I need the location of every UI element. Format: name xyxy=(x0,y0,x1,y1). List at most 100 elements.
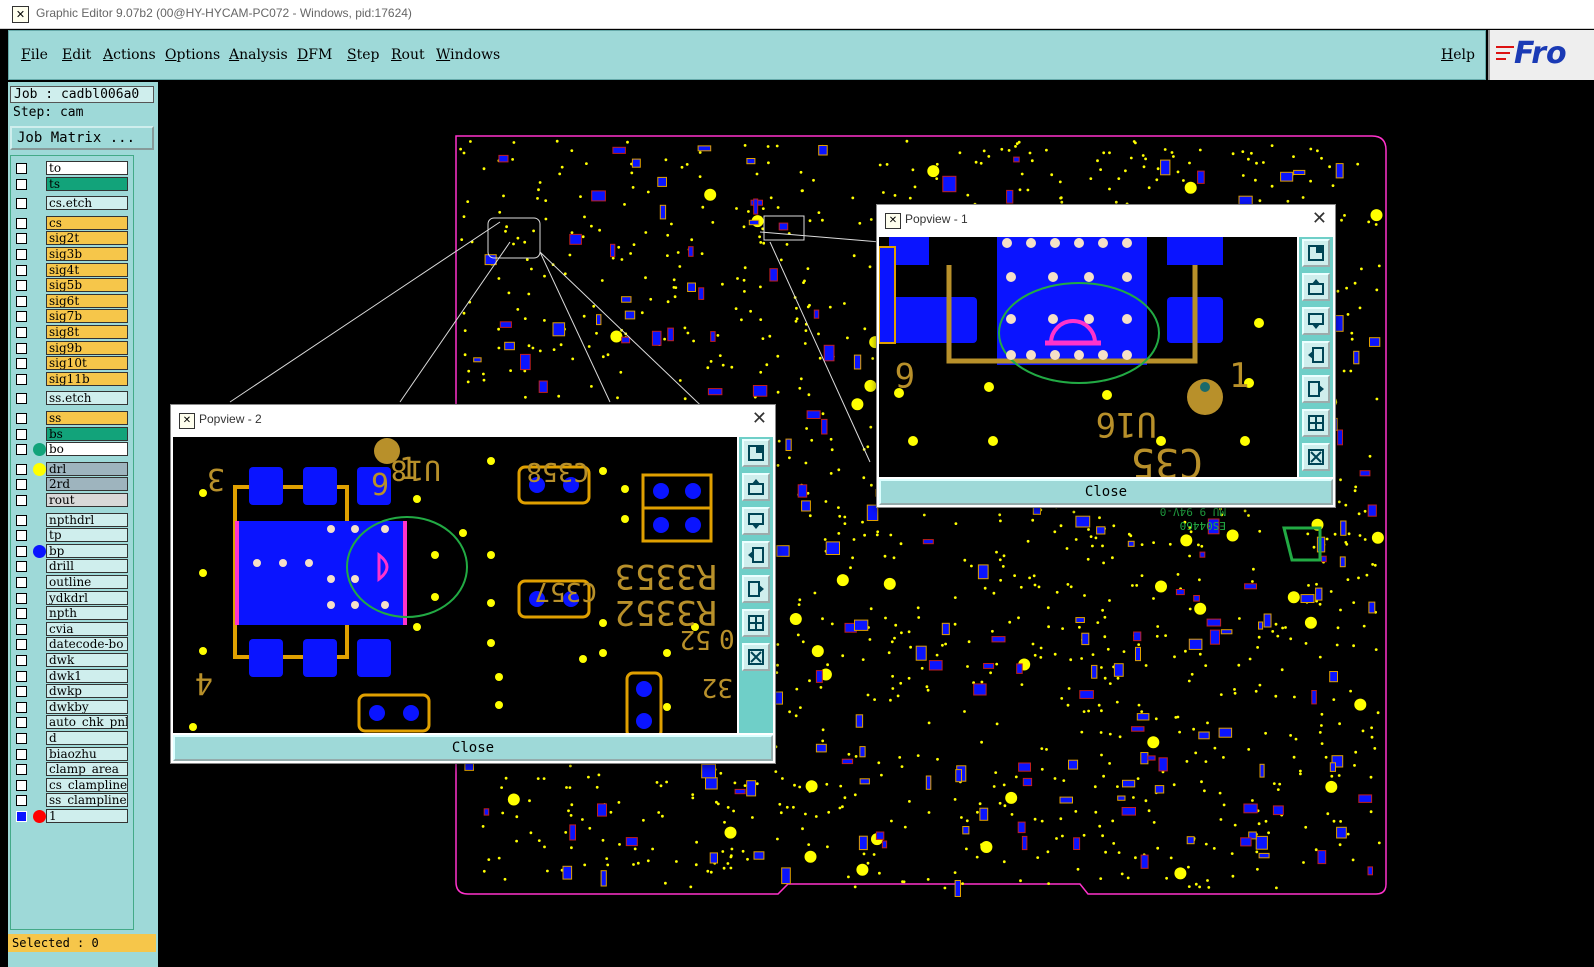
layer-name[interactable]: ss_clampline xyxy=(46,793,128,808)
popview-2-close-button[interactable]: Close xyxy=(173,735,773,761)
graphic-canvas[interactable]: ES04460 MU 9 94V-0 ✕ Popview - 1 ✕ U16 C… xyxy=(160,82,1594,967)
layer-checkbox[interactable] xyxy=(16,217,27,229)
layer-name[interactable]: ss xyxy=(46,411,128,425)
layer-name[interactable]: drl xyxy=(46,461,128,476)
layer-row[interactable]: sig3b xyxy=(11,247,133,262)
layer-checkbox[interactable] xyxy=(16,311,27,323)
layer-name[interactable]: sig7b xyxy=(46,309,128,324)
popview-2-viewport[interactable]: U18 C358 C357 R3353 R3352 3 6 4 52 32 1 … xyxy=(173,437,737,733)
layer-checkbox[interactable] xyxy=(16,178,27,190)
layer-checkbox[interactable] xyxy=(16,670,27,682)
layer-row[interactable]: npth xyxy=(11,606,133,621)
layer-row[interactable]: tp xyxy=(11,528,133,543)
layer-name[interactable]: bp xyxy=(46,543,128,558)
layer-name[interactable]: sig8t xyxy=(46,325,128,339)
layer-name[interactable]: sig3b xyxy=(46,247,128,261)
zoom-in-button[interactable] xyxy=(1302,409,1330,437)
layer-name[interactable]: ts xyxy=(46,176,128,191)
layer-name[interactable]: outline xyxy=(46,575,128,589)
layer-name[interactable]: npthdrl xyxy=(46,512,128,527)
layer-name[interactable]: drill xyxy=(46,559,128,574)
layer-name[interactable]: dwkby xyxy=(46,699,128,714)
layer-row[interactable]: sig4t xyxy=(11,262,133,278)
zoom-home-button[interactable] xyxy=(742,439,770,467)
layer-row[interactable]: drl xyxy=(11,461,133,477)
pan-left-button[interactable] xyxy=(1302,341,1330,369)
layer-row[interactable]: sig9b xyxy=(11,340,133,356)
layer-checkbox[interactable] xyxy=(16,779,27,791)
layer-row[interactable]: cvia xyxy=(11,621,133,637)
zoom-out-button[interactable] xyxy=(1302,443,1330,471)
layer-row[interactable]: ss_clampline xyxy=(11,793,133,808)
layer-checkbox[interactable] xyxy=(16,795,27,807)
menu-dfm[interactable]: DFM xyxy=(297,47,332,63)
pan-left-button[interactable] xyxy=(742,541,770,569)
layer-row[interactable]: bo xyxy=(11,442,133,457)
menu-rout[interactable]: Rout xyxy=(391,47,425,63)
pan-up-button[interactable] xyxy=(1302,273,1330,301)
layer-name[interactable]: d xyxy=(46,731,128,745)
layer-name[interactable]: npth xyxy=(46,606,128,621)
layer-row[interactable]: biaozhu xyxy=(11,746,133,762)
layer-checkbox[interactable] xyxy=(16,264,27,276)
popview-2-close-icon[interactable]: ✕ xyxy=(752,408,767,429)
layer-name[interactable]: ss.etch xyxy=(46,391,128,406)
layer-row[interactable]: sig8t xyxy=(11,325,133,340)
popview-1-close-icon[interactable]: ✕ xyxy=(1312,208,1327,229)
layer-checkbox[interactable] xyxy=(16,686,27,698)
layer-name[interactable]: cvia xyxy=(46,621,128,636)
layer-checkbox[interactable] xyxy=(16,373,27,385)
menu-file[interactable]: File xyxy=(21,47,48,63)
layer-row[interactable]: rout xyxy=(11,493,133,508)
layer-row[interactable]: npthdrl xyxy=(11,512,133,528)
layer-row[interactable]: clamp_area xyxy=(11,762,133,777)
layer-row[interactable]: ss.etch xyxy=(11,391,133,406)
layer-name[interactable]: sig9b xyxy=(46,340,128,355)
layer-checkbox[interactable] xyxy=(16,545,27,557)
layer-checkbox[interactable] xyxy=(16,561,27,573)
menu-step[interactable]: Step xyxy=(347,47,379,63)
layer-checkbox[interactable] xyxy=(16,295,27,307)
layer-row[interactable]: ss xyxy=(11,411,133,426)
job-matrix-button[interactable]: Job Matrix ... xyxy=(10,126,154,150)
layer-checkbox[interactable] xyxy=(16,327,27,338)
popview-1-close-button[interactable]: Close xyxy=(879,479,1333,505)
layer-row[interactable]: outline xyxy=(11,575,133,590)
layer-name[interactable]: sig4t xyxy=(46,262,128,277)
layer-name[interactable]: to xyxy=(46,161,128,175)
layer-checkbox[interactable] xyxy=(16,717,27,729)
layer-checkbox[interactable] xyxy=(16,479,27,491)
layer-checkbox[interactable] xyxy=(16,495,27,506)
layer-row[interactable]: to xyxy=(11,161,133,176)
layer-name[interactable]: bs xyxy=(46,426,128,441)
layer-name[interactable]: dwk1 xyxy=(46,668,128,683)
layer-checkbox[interactable] xyxy=(16,463,27,475)
layer-name[interactable]: tp xyxy=(46,528,128,543)
layer-checkbox[interactable] xyxy=(16,608,27,620)
popview-1-viewport[interactable]: U16 C35 6 1 xyxy=(879,237,1297,477)
layer-checkbox[interactable] xyxy=(16,280,27,292)
layer-name[interactable]: dwk xyxy=(46,653,128,667)
layer-row[interactable]: bs xyxy=(11,426,133,442)
layer-name[interactable]: sig2t xyxy=(46,231,128,246)
layer-row[interactable]: dwk xyxy=(11,653,133,668)
layer-checkbox[interactable] xyxy=(16,342,27,354)
zoom-in-button[interactable] xyxy=(742,609,770,637)
zoom-home-button[interactable] xyxy=(1302,239,1330,267)
layer-row[interactable]: datecode-bo xyxy=(11,637,133,652)
layer-name[interactable]: biaozhu xyxy=(46,746,128,761)
zoom-out-button[interactable] xyxy=(742,643,770,671)
layer-name[interactable]: 2rd xyxy=(46,477,128,492)
layer-checkbox[interactable] xyxy=(16,358,27,370)
layer-name[interactable]: sig6t xyxy=(46,293,128,308)
layer-name[interactable]: cs_clampline xyxy=(46,777,128,792)
layer-name[interactable]: cs xyxy=(46,215,128,230)
pan-down-button[interactable] xyxy=(1302,307,1330,335)
layer-checkbox[interactable] xyxy=(16,249,27,260)
layer-row[interactable]: sig2t xyxy=(11,231,133,246)
layer-name[interactable]: ydkdrl xyxy=(46,590,128,605)
layer-name[interactable]: rout xyxy=(46,493,128,507)
layer-checkbox[interactable] xyxy=(16,639,27,651)
layer-row[interactable]: cs xyxy=(11,215,133,231)
layer-checkbox[interactable] xyxy=(16,530,27,542)
